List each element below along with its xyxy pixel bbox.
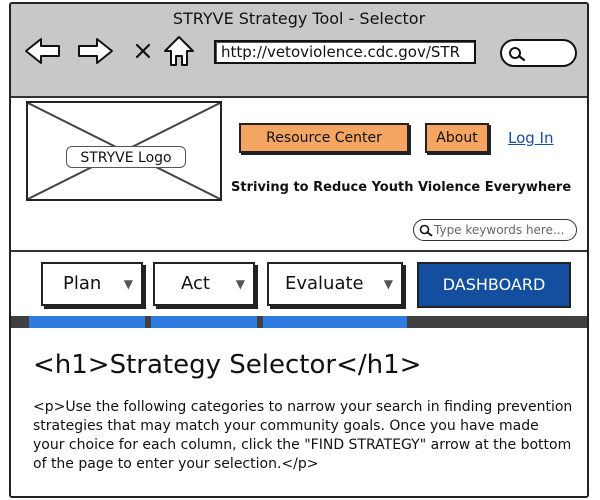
home-icon: [164, 36, 194, 66]
keyword-search-placeholder: Type keywords here...: [434, 223, 565, 237]
browser-window: STRYVE Strategy Tool - Selector http://v…: [9, 2, 589, 498]
address-bar[interactable]: http://vetoviolence.cdc.gov/STR: [214, 40, 476, 64]
site-tagline: Striving to Reduce Youth Violence Everyw…: [231, 180, 572, 195]
browser-search-field[interactable]: [500, 39, 577, 67]
back-button[interactable]: [23, 31, 63, 71]
stop-button[interactable]: [123, 31, 163, 71]
resource-center-button[interactable]: Resource Center: [239, 123, 409, 153]
act-dropdown[interactable]: Act ▼: [153, 262, 255, 306]
chevron-down-icon: ▼: [383, 277, 393, 291]
intro-paragraph: <p>Use the following categories to narro…: [33, 399, 573, 472]
x-icon: [135, 43, 151, 59]
evaluate-dropdown[interactable]: Evaluate ▼: [267, 262, 403, 306]
window-title: STRYVE Strategy Tool - Selector: [172, 9, 426, 28]
site-header: STRYVE Logo Resource Center About Log In…: [11, 98, 587, 252]
logo-label: STRYVE Logo: [66, 146, 186, 168]
keyword-search-input[interactable]: Type keywords here...: [413, 219, 577, 241]
arrow-right-icon: [78, 38, 113, 64]
plan-dropdown[interactable]: Plan ▼: [41, 262, 143, 306]
chevron-down-icon: ▼: [123, 277, 133, 291]
login-link[interactable]: Log In: [508, 129, 554, 147]
plan-stripe-segment: [29, 316, 145, 328]
home-button[interactable]: [159, 31, 199, 71]
magnifier-icon: [509, 47, 526, 62]
plan-label: Plan: [63, 273, 102, 294]
act-label: Act: [181, 273, 210, 294]
evaluate-stripe-segment: [263, 316, 407, 328]
act-stripe-segment: [151, 316, 257, 328]
main-content: <h1>Strategy Selector</h1> <p>Use the fo…: [11, 328, 587, 496]
nav-stripe: [11, 316, 587, 328]
forward-button[interactable]: [75, 31, 115, 71]
page-heading: <h1>Strategy Selector</h1>: [33, 350, 422, 380]
main-nav: Plan ▼ Act ▼ Evaluate ▼ DASHBOARD: [11, 252, 587, 316]
about-button[interactable]: About: [425, 123, 489, 153]
dashboard-button[interactable]: DASHBOARD: [417, 262, 571, 308]
magnifier-icon: [419, 224, 433, 237]
evaluate-label: Evaluate: [285, 273, 364, 294]
chevron-down-icon: ▼: [235, 277, 245, 291]
arrow-left-icon: [25, 38, 60, 64]
logo-placeholder: STRYVE Logo: [26, 101, 222, 201]
browser-chrome: STRYVE Strategy Tool - Selector http://v…: [11, 4, 587, 98]
